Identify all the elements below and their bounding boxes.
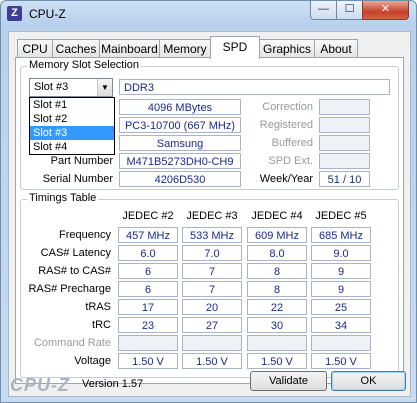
timing-cell: 1.50 V: [311, 353, 371, 369]
command-rate-label: Command Rate: [33, 337, 111, 349]
ras-precharge-label: RAS# Precharge: [28, 283, 111, 295]
timing-cell: 23: [118, 317, 178, 333]
timing-cell: [247, 335, 307, 351]
trc-label: tRC: [92, 319, 111, 331]
timing-cell: 533 MHz: [182, 227, 242, 243]
voltage-label: Voltage: [74, 355, 111, 367]
timing-cell: [118, 335, 178, 351]
cpu-z-app-icon: Z: [7, 6, 22, 21]
timing-cell: 1.50 V: [118, 353, 178, 369]
cpu-z-logo: CPU-Z: [10, 375, 70, 395]
maximize-button[interactable]: ☐: [336, 1, 363, 20]
registered-label: Registered: [259, 119, 313, 131]
timing-cell: 609 MHz: [247, 227, 307, 243]
window-title: CPU-Z: [29, 7, 66, 21]
timing-cell: 685 MHz: [311, 227, 371, 243]
timings-group: Timings Table JEDEC #2 JEDEC #3 JEDEC #4…: [20, 192, 399, 378]
timings-column-header: JEDEC #2: [122, 210, 174, 222]
timing-cell: 9.0: [311, 245, 371, 261]
version-label: Version 1.57: [82, 378, 144, 390]
week-year-field: 51 / 10: [319, 171, 370, 187]
close-button[interactable]: ✕: [362, 1, 409, 20]
validate-button[interactable]: Validate: [250, 371, 327, 391]
timings-group-title: Timings Table: [27, 192, 99, 204]
timing-cell: 30: [247, 317, 307, 333]
slot-option-3[interactable]: Slot #3: [30, 126, 114, 140]
serial-number-field: 4206D530: [119, 171, 241, 187]
tab-mainboard[interactable]: Mainboard: [99, 39, 160, 58]
manufacturer-field: Samsung: [119, 135, 241, 151]
memory-type-field: DDR3: [119, 79, 390, 95]
serial-number-label: Serial Number: [42, 173, 113, 185]
tab-caches[interactable]: Caches: [52, 39, 100, 58]
tab-cpu[interactable]: CPU: [17, 39, 53, 58]
timing-cell: 9: [311, 281, 371, 297]
week-year-label: Week/Year: [259, 173, 313, 185]
spd-panel: Memory Slot Selection Slot #3 ▼ Slot #1 …: [15, 57, 404, 384]
memory-slot-group: Memory Slot Selection Slot #3 ▼ Slot #1 …: [20, 59, 399, 190]
part-number-field: M471B5273DH0-CH9: [119, 153, 241, 169]
slot-option-1[interactable]: Slot #1: [30, 98, 114, 112]
timing-cell: 8: [247, 281, 307, 297]
slot-select[interactable]: Slot #3 ▼: [29, 78, 113, 97]
buffered-label: Buffered: [271, 137, 313, 149]
tab-memory[interactable]: Memory: [159, 39, 211, 58]
tab-spd[interactable]: SPD: [210, 36, 260, 59]
tab-graphics[interactable]: Graphics: [259, 39, 315, 58]
timing-cell: 457 MHz: [118, 227, 178, 243]
client-area: CPU Caches Mainboard Memory SPD Graphics…: [8, 31, 411, 397]
slot-dropdown-list: Slot #1 Slot #2 Slot #3 Slot #4: [29, 97, 115, 155]
timing-cell: 7.0: [182, 245, 242, 261]
timing-cell: 6: [118, 263, 178, 279]
timings-column-header: JEDEC #4: [251, 210, 303, 222]
timing-cell: 7: [182, 263, 242, 279]
timings-column-header: JEDEC #5: [315, 210, 367, 222]
timing-cell: [311, 335, 371, 351]
tras-label: tRAS: [85, 301, 111, 313]
title-bar[interactable]: Z CPU-Z — ☐ ✕: [1, 1, 416, 27]
memory-slot-group-title: Memory Slot Selection: [27, 59, 142, 71]
slot-option-4[interactable]: Slot #4: [30, 140, 114, 154]
timing-cell: 6: [118, 281, 178, 297]
chevron-down-icon[interactable]: ▼: [97, 79, 112, 96]
max-bandwidth-field: PC3-10700 (667 MHz): [119, 117, 241, 133]
timing-cell: 8.0: [247, 245, 307, 261]
timing-cell: 17: [118, 299, 178, 315]
timing-cell: 22: [247, 299, 307, 315]
buffered-field: [319, 135, 370, 151]
cpu-z-window: Z CPU-Z — ☐ ✕ CPU Caches Mainboard Memor…: [0, 0, 417, 403]
ok-button[interactable]: OK: [331, 371, 406, 391]
registered-field: [319, 117, 370, 133]
timing-cell: 7: [182, 281, 242, 297]
timing-cell: 1.50 V: [182, 353, 242, 369]
slot-option-2[interactable]: Slot #2: [30, 112, 114, 126]
slot-select-value: Slot #3: [34, 81, 69, 93]
timing-cell: 25: [311, 299, 371, 315]
timing-cell: 20: [182, 299, 242, 315]
timing-cell: 8: [247, 263, 307, 279]
timing-cell: [182, 335, 242, 351]
timing-cell: 27: [182, 317, 242, 333]
ras-to-cas-label: RAS# to CAS#: [38, 265, 111, 277]
part-number-label: Part Number: [50, 155, 113, 167]
frequency-label: Frequency: [59, 229, 111, 241]
timing-cell: 9: [311, 263, 371, 279]
cas-latency-label: CAS# Latency: [40, 247, 111, 259]
spd-ext-field: [319, 153, 370, 169]
timing-cell: 34: [311, 317, 371, 333]
correction-field: [319, 99, 370, 115]
correction-label: Correction: [262, 101, 313, 113]
module-size-field: 4096 MBytes: [119, 99, 241, 115]
tab-about[interactable]: About: [314, 39, 358, 58]
timings-column-header: JEDEC #3: [186, 210, 238, 222]
timing-cell: 6.0: [118, 245, 178, 261]
spd-ext-label: SPD Ext.: [268, 155, 313, 167]
minimize-button[interactable]: —: [310, 1, 337, 20]
timing-cell: 1.50 V: [247, 353, 307, 369]
